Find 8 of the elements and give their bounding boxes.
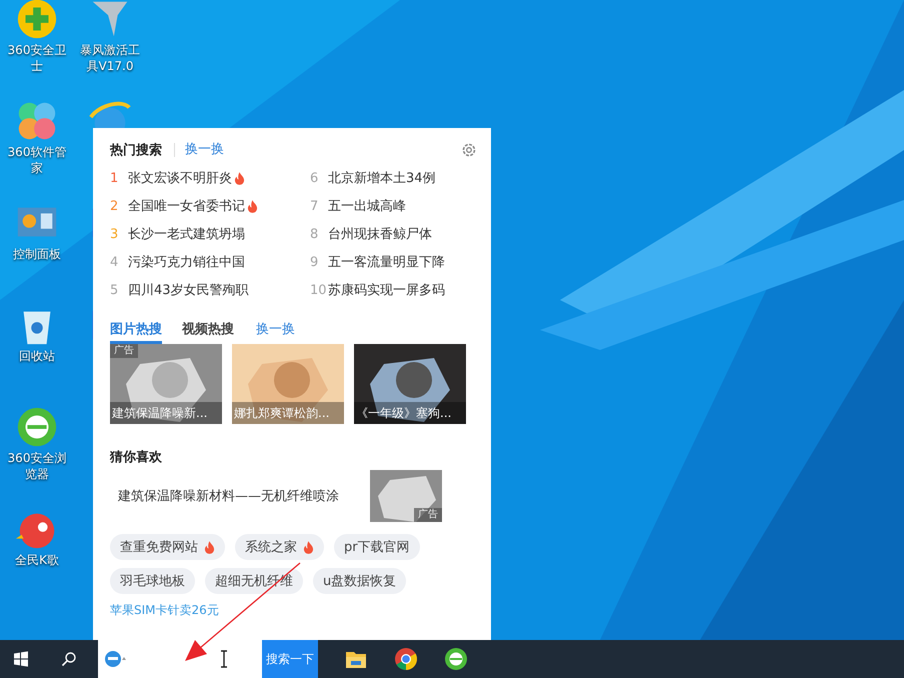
text-cursor-icon [220, 650, 228, 668]
chrome-icon[interactable] [394, 647, 418, 671]
windows-start-icon[interactable] [13, 651, 29, 667]
search-icon[interactable] [61, 651, 77, 667]
browser-logo-icon[interactable] [103, 649, 127, 669]
search-button[interactable]: 搜索一下 [262, 640, 318, 678]
search-field[interactable] [98, 640, 262, 678]
browser-icon[interactable] [444, 647, 468, 671]
